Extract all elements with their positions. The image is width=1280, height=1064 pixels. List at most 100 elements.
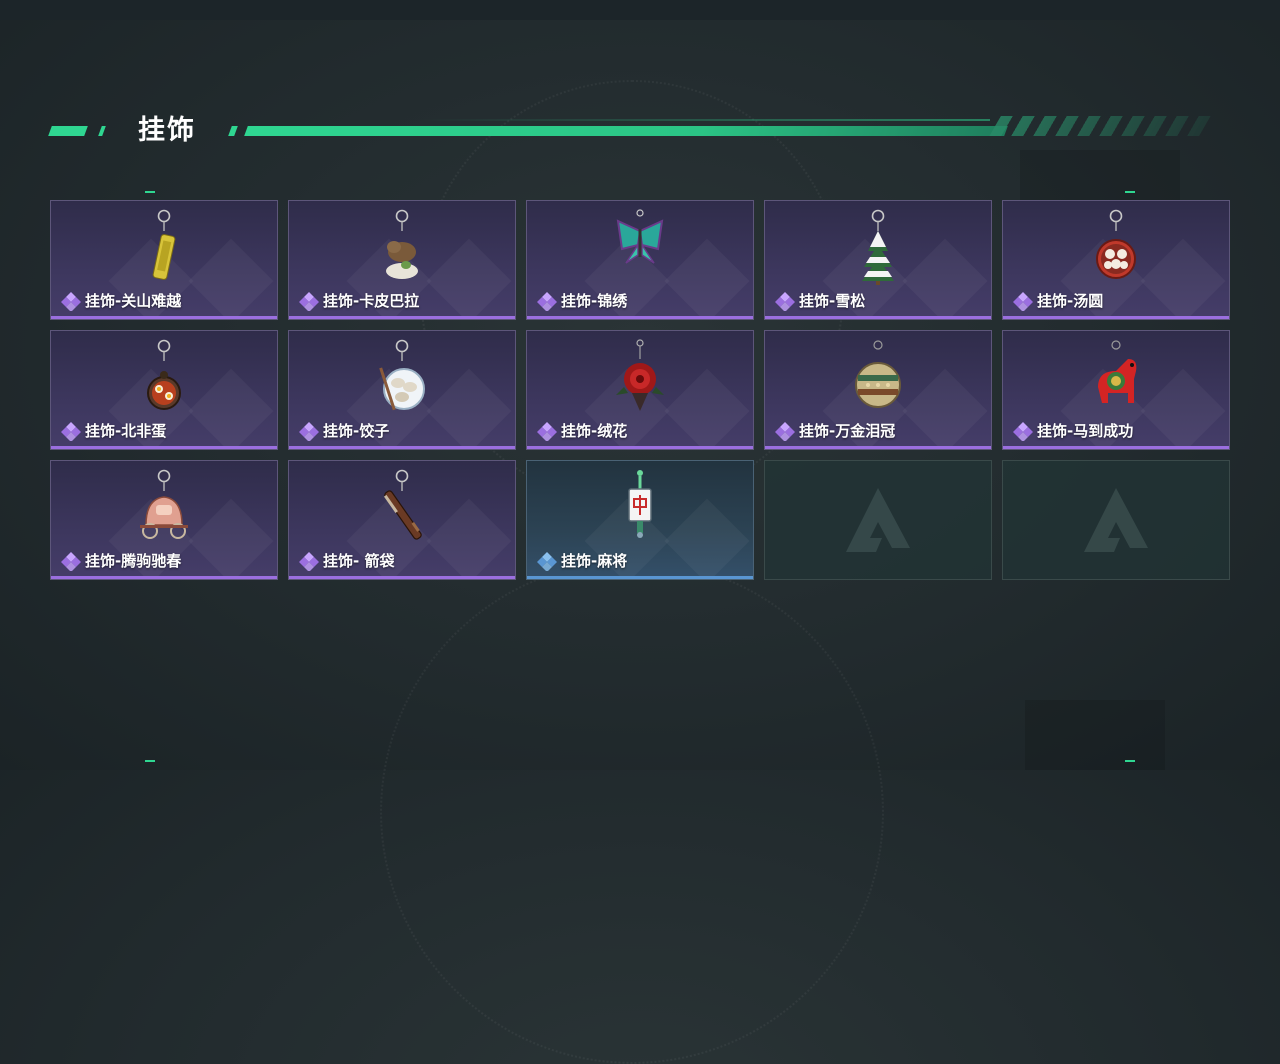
- background-diamond: [664, 368, 750, 449]
- rarity-gem-icon: [537, 291, 557, 311]
- rarity-gem-icon: [537, 421, 557, 441]
- background-diamond: [188, 498, 274, 579]
- corner-marker: [1125, 760, 1135, 762]
- charm-name: 挂饰-饺子: [323, 422, 390, 440]
- charm-label-row: 挂饰-万金泪冠: [775, 420, 895, 441]
- header-thin-line: [420, 119, 990, 121]
- charm-name: 挂饰-马到成功: [1037, 422, 1134, 440]
- charm-name: 挂饰-万金泪冠: [799, 422, 896, 440]
- corner-marker: [1125, 191, 1135, 193]
- background-diamond: [426, 368, 512, 449]
- section-title: 挂饰: [138, 115, 196, 146]
- rarity-gem-icon: [61, 291, 81, 311]
- header-accent-segment: [228, 126, 238, 136]
- charm-name: 挂饰-北非蛋: [85, 422, 167, 440]
- snowy-pine-charm-icon: [862, 209, 894, 285]
- butterfly-charm-icon: [616, 209, 664, 264]
- capybara-charm-icon: [386, 209, 418, 279]
- charm-card[interactable]: 挂饰-汤圆: [1002, 200, 1230, 320]
- rarity-gem-icon: [1013, 421, 1033, 441]
- rarity-bar: [1003, 446, 1229, 449]
- charm-label-row: 挂饰-关山难越: [61, 290, 181, 311]
- charm-label-row: 挂饰-北非蛋: [61, 420, 166, 441]
- charm-label-row: 挂饰- 箭袋: [299, 550, 394, 571]
- charm-name: 挂饰-雪松: [799, 292, 866, 310]
- charm-card[interactable]: 挂饰-饺子: [288, 330, 516, 450]
- charm-card[interactable]: 挂饰-北非蛋: [50, 330, 278, 450]
- charm-name: 挂饰-锦绣: [561, 292, 628, 310]
- rarity-gem-icon: [775, 421, 795, 441]
- quiver-charm-icon: [383, 469, 422, 540]
- charm-card[interactable]: 挂饰-马到成功: [1002, 330, 1230, 450]
- background-diamond: [426, 498, 512, 579]
- dumpling-plate-charm-icon: [379, 339, 425, 411]
- shakshuka-charm-icon: [147, 339, 181, 410]
- charm-label-row: 挂饰-腾驹驰春: [61, 550, 181, 571]
- rarity-gem-icon: [537, 551, 557, 571]
- charm-card[interactable]: 挂饰-腾驹驰春: [50, 460, 278, 580]
- rarity-gem-icon: [1013, 291, 1033, 311]
- header-accent-segment: [98, 126, 106, 136]
- rarity-bar: [765, 446, 991, 449]
- charm-name: 挂饰-腾驹驰春: [85, 552, 182, 570]
- header-accent-bar: [244, 126, 1008, 136]
- rarity-bar: [51, 446, 277, 449]
- background-silhouette: [1025, 700, 1165, 770]
- charm-label-row: 挂饰-马到成功: [1013, 420, 1133, 441]
- rarity-bar: [289, 576, 515, 579]
- charm-label-row: 挂饰-雪松: [775, 290, 865, 311]
- background-diamond: [902, 368, 988, 449]
- charm-grid: 挂饰-关山难越 挂饰-卡皮巴拉 挂饰-锦绣 挂饰-雪松 挂饰-汤圆挂饰-北非蛋 挂饰-饺子…: [50, 200, 1230, 580]
- charm-label-row: 挂饰-卡皮巴拉: [299, 290, 419, 311]
- rarity-bar: [1003, 316, 1229, 319]
- background-diamond: [188, 238, 274, 319]
- golden-cylinder-charm-icon: [152, 209, 176, 280]
- rarity-bar: [289, 446, 515, 449]
- charm-name: 挂饰- 箭袋: [323, 552, 395, 570]
- rarity-bar: [51, 576, 277, 579]
- charm-card[interactable]: 挂饰-麻将: [526, 460, 754, 580]
- velvet-flower-charm-icon: [616, 339, 664, 411]
- charm-card[interactable]: 挂饰-关山难越: [50, 200, 278, 320]
- carriage-charm-icon: [140, 469, 188, 539]
- charm-name: 挂饰-关山难越: [85, 292, 182, 310]
- charm-card[interactable]: 挂饰-绒花: [526, 330, 754, 450]
- charm-card[interactable]: 挂饰- 箭袋: [288, 460, 516, 580]
- rarity-bar: [527, 576, 753, 579]
- header-checker-pattern: [989, 116, 1211, 136]
- rarity-gem-icon: [775, 291, 795, 311]
- corner-marker: [145, 760, 155, 762]
- charm-label-row: 挂饰-饺子: [299, 420, 389, 441]
- red-horse-charm-icon: [1098, 340, 1137, 403]
- background-diamond: [188, 368, 274, 449]
- charm-name: 挂饰-麻将: [561, 552, 628, 570]
- rarity-bar: [527, 316, 753, 319]
- charm-card[interactable]: 挂饰-万金泪冠: [764, 330, 992, 450]
- charm-label-row: 挂饰-麻将: [537, 550, 627, 571]
- rarity-gem-icon: [299, 551, 319, 571]
- section-header: 挂饰: [0, 100, 1280, 160]
- background-diamond: [902, 238, 988, 319]
- charm-name: 挂饰-绒花: [561, 422, 628, 440]
- background-diamond: [1140, 368, 1226, 449]
- empty-slot-logo-icon: [1084, 488, 1148, 552]
- golden-crown-charm-icon: [855, 340, 901, 408]
- top-bar: [0, 0, 1280, 20]
- charm-card[interactable]: 挂饰-卡皮巴拉: [288, 200, 516, 320]
- charm-name: 挂饰-卡皮巴拉: [323, 292, 420, 310]
- rarity-bar: [527, 446, 753, 449]
- charm-card[interactable]: 挂饰-雪松: [764, 200, 992, 320]
- empty-slot[interactable]: [1002, 460, 1230, 580]
- charm-label-row: 挂饰-绒花: [537, 420, 627, 441]
- charm-name: 挂饰-汤圆: [1037, 292, 1104, 310]
- background-diamond: [664, 238, 750, 319]
- corner-marker: [145, 191, 155, 193]
- background-diamond: [426, 238, 512, 319]
- charm-card[interactable]: 挂饰-锦绣: [526, 200, 754, 320]
- rarity-bar: [289, 316, 515, 319]
- empty-slot-logo-icon: [846, 488, 910, 552]
- rarity-gem-icon: [61, 551, 81, 571]
- rarity-gem-icon: [299, 421, 319, 441]
- empty-slot[interactable]: [764, 460, 992, 580]
- header-accent-segment: [48, 126, 88, 136]
